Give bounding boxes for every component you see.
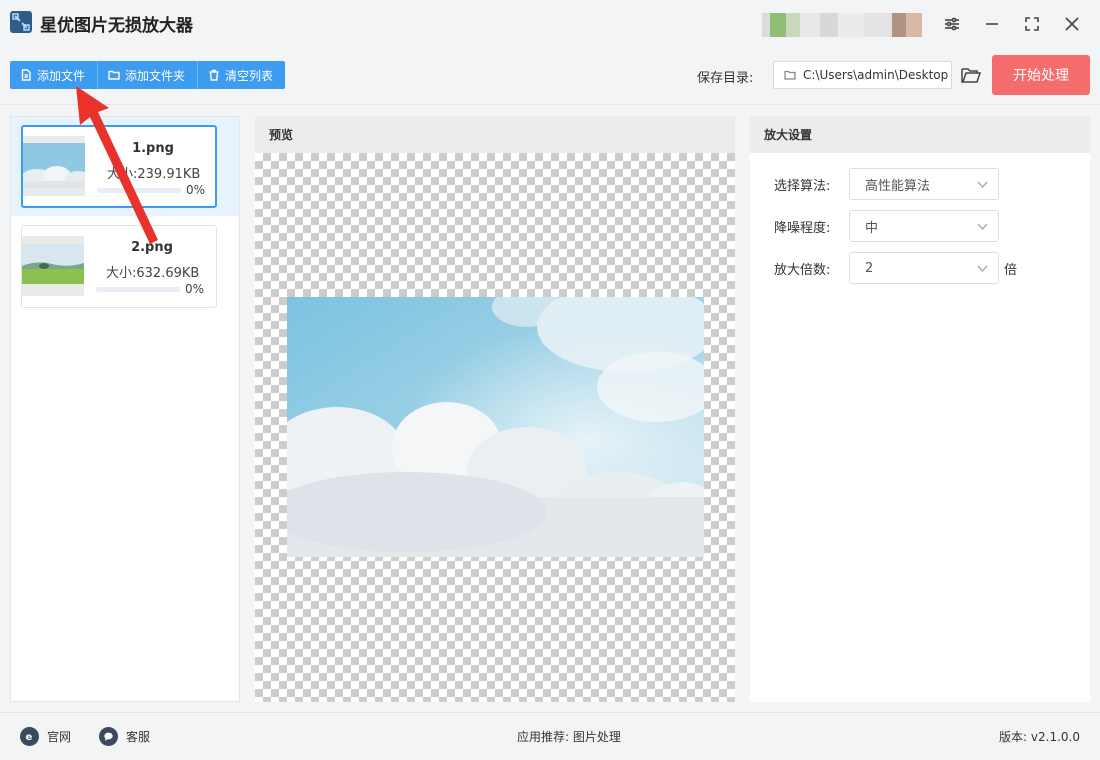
website-link[interactable]: e 官网 <box>20 727 71 746</box>
clear-list-button[interactable]: 清空列表 <box>198 61 285 89</box>
maximize-icon[interactable] <box>1020 12 1044 36</box>
file-progress-label: 0% <box>185 282 205 296</box>
file-name: 1.png <box>132 141 174 156</box>
svg-text:e: e <box>26 732 33 742</box>
save-dir-input[interactable]: C:\Users\admin\Desktop <box>773 61 952 89</box>
toolbar-divider <box>0 104 1100 105</box>
version-label: 版本: v2.1.0.0 <box>999 730 1080 744</box>
support-link[interactable]: 客服 <box>99 727 150 746</box>
minimize-icon[interactable] <box>980 12 1004 36</box>
title-bar: 星优图片无损放大器 <box>0 0 1100 48</box>
add-file-label: 添加文件 <box>37 68 86 83</box>
algorithm-label: 选择算法: <box>774 179 831 194</box>
folder-icon <box>784 70 796 80</box>
add-file-button[interactable]: 添加文件 <box>10 61 99 89</box>
file-list-item[interactable]: 2.png 大小:632.69KB 0% <box>21 225 217 308</box>
file-progress-label: 0% <box>186 183 206 197</box>
clear-list-label: 清空列表 <box>225 68 274 83</box>
app-title: 星优图片无损放大器 <box>40 16 193 36</box>
user-avatar[interactable] <box>762 13 922 37</box>
file-icon <box>21 69 31 81</box>
scale-value: 2 <box>865 260 874 276</box>
app-recommend-link[interactable]: 应用推荐: 图片处理 <box>517 728 621 745</box>
add-folder-button[interactable]: 添加文件夹 <box>98 61 199 89</box>
chat-icon <box>99 727 118 746</box>
file-toolbar: 添加文件 添加文件夹 清空列表 <box>10 61 286 89</box>
preview-canvas <box>255 153 735 702</box>
file-thumbnail <box>22 236 84 296</box>
scale-select[interactable]: 2 <box>849 252 999 284</box>
support-label: 客服 <box>126 730 151 744</box>
website-label: 官网 <box>47 730 72 744</box>
preview-panel: 预览 <box>255 116 735 702</box>
file-size: 大小:239.91KB <box>107 167 201 182</box>
file-list-item[interactable]: 1.png 大小:239.91KB 0% <box>21 125 217 208</box>
start-process-button[interactable]: 开始处理 <box>992 55 1090 95</box>
denoise-select[interactable]: 中 <box>849 210 999 242</box>
algorithm-select[interactable]: 高性能算法 <box>849 168 999 200</box>
chevron-down-icon <box>977 265 988 273</box>
file-progress-bar <box>97 188 181 193</box>
denoise-label: 降噪程度: <box>774 221 831 236</box>
file-name: 2.png <box>131 240 173 255</box>
scale-suffix: 倍 <box>1004 263 1018 278</box>
file-thumbnail <box>23 136 85 196</box>
close-icon[interactable] <box>1060 12 1084 36</box>
algorithm-value: 高性能算法 <box>865 178 931 194</box>
save-dir-value: C:\Users\admin\Desktop <box>803 68 949 82</box>
browser-icon: e <box>20 727 39 746</box>
trash-icon <box>209 69 219 81</box>
denoise-value: 中 <box>865 220 879 236</box>
settings-title: 放大设置 <box>750 116 1090 153</box>
chevron-down-icon <box>977 181 988 189</box>
save-dir-label: 保存目录: <box>697 71 754 86</box>
settings-icon[interactable] <box>940 12 964 36</box>
file-list: 1.png 大小:239.91KB 0% 2.png 大小:632.69KB 0… <box>10 116 240 702</box>
open-folder-icon[interactable] <box>960 64 982 86</box>
footer: e 官网 客服 应用推荐: 图片处理 版本: v2.1.0.0 <box>0 713 1100 760</box>
file-progress-bar <box>96 287 180 292</box>
settings-panel: 放大设置 选择算法: 高性能算法 降噪程度: 中 放大倍数: 2 倍 <box>750 116 1090 702</box>
scale-label: 放大倍数: <box>774 263 831 278</box>
app-logo-icon <box>10 11 32 33</box>
preview-title: 预览 <box>255 116 735 153</box>
file-size: 大小:632.69KB <box>106 266 200 281</box>
folder-icon <box>108 70 120 80</box>
add-folder-label: 添加文件夹 <box>125 68 186 83</box>
chevron-down-icon <box>977 223 988 231</box>
preview-image <box>287 297 704 557</box>
